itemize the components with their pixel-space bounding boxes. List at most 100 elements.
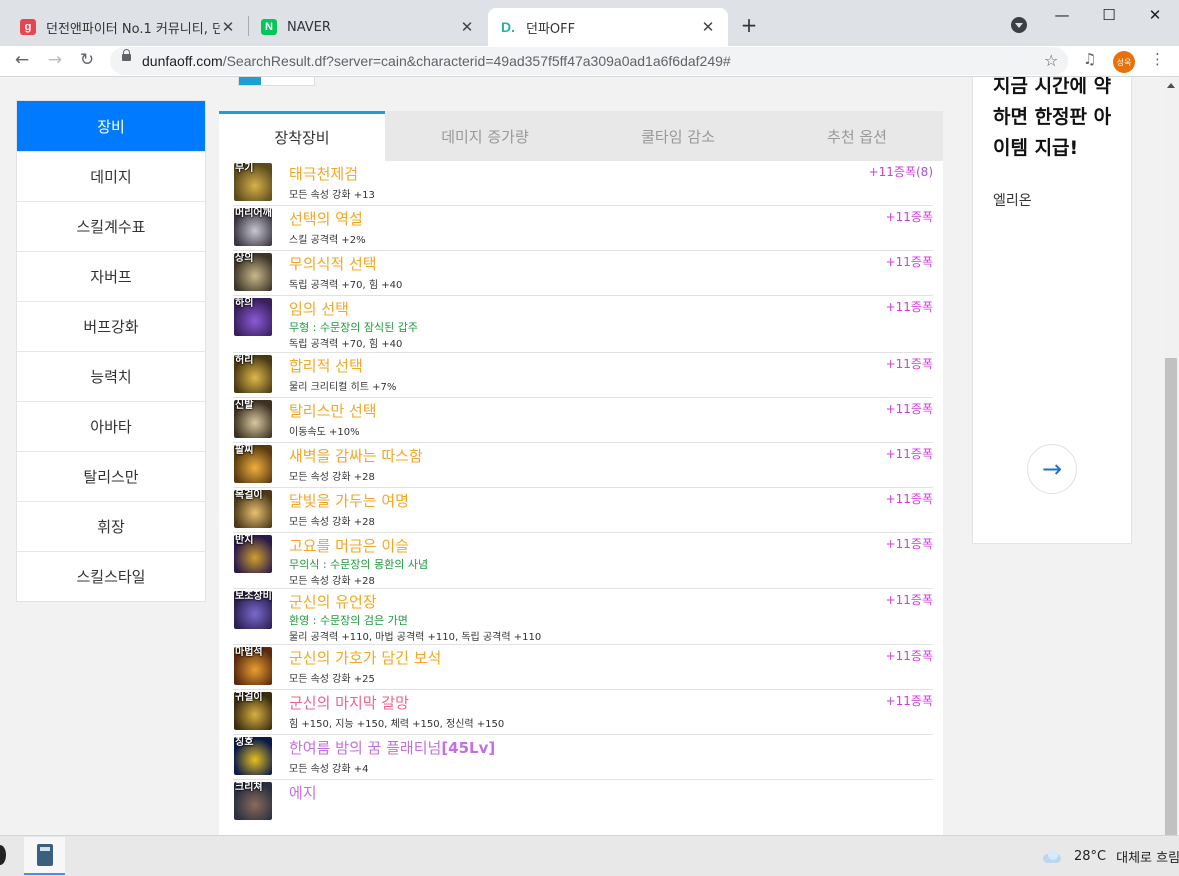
equipment-row[interactable]: 목걸이 달빛을 가두는 여명 모든 속성 강화 +28 +11증폭 — [233, 488, 933, 533]
equipment-icon[interactable]: 상의 — [234, 253, 272, 291]
address-bar[interactable]: dunfaoff.com/SearchResult.df?server=cain… — [110, 47, 1068, 75]
item-name-line[interactable]: 달빛을 가두는 여명 — [289, 490, 409, 511]
equipment-icon[interactable]: 칭호 — [234, 737, 272, 775]
sidebar-item[interactable]: 버프강화 — [17, 302, 205, 352]
weather-widget[interactable]: 28°C 대체로 흐림 — [1043, 847, 1179, 866]
sidebar-item[interactable]: 스킬스타일 — [17, 552, 205, 601]
amplification-level: +11증폭 — [885, 537, 933, 551]
item-name-line[interactable]: 임의 선택 — [289, 298, 349, 319]
slot-label: 보조장비 — [235, 591, 272, 602]
equipment-icon[interactable]: 보조장비 — [234, 591, 272, 629]
item-name-line[interactable]: 군신의 유언장 — [289, 591, 377, 612]
equipment-row[interactable]: 머리어깨 선택의 역설 스킬 공격력 +2% +11증폭 — [233, 206, 933, 251]
equipment-icon[interactable]: 팔찌 — [234, 445, 272, 483]
new-tab-button[interactable]: + — [738, 13, 760, 37]
tab-title: 던파OFF — [526, 21, 576, 37]
taskbar-app-edge-icon[interactable] — [0, 845, 6, 865]
browser-tab-naver[interactable]: N NAVER ✕ — [249, 8, 487, 46]
lock-icon[interactable] — [122, 49, 131, 61]
item-name-line[interactable]: 군신의 마지막 갈망 — [289, 692, 409, 713]
equipment-icon[interactable]: 목걸이 — [234, 490, 272, 528]
sidebar-item[interactable]: 자버프 — [17, 252, 205, 302]
equipment-row[interactable]: 마법석 군신의 가호가 담긴 보석 모든 속성 강화 +25 +11증폭 — [233, 645, 933, 690]
slot-label: 팔찌 — [235, 445, 254, 456]
equipment-icon[interactable]: 무기 — [234, 163, 272, 201]
equipment-row[interactable]: 무기 태극천제검 모든 속성 강화 +13 +11증폭(8) — [233, 161, 933, 206]
sidebar-item[interactable]: 탈리스만 — [17, 452, 205, 502]
sidebar-item[interactable]: 장비 — [17, 101, 205, 152]
equipment-row[interactable]: 신발 탈리스만 선택 이동속도 +10% +11증폭 — [233, 398, 933, 443]
item-name-line[interactable]: 새벽을 감싸는 따스함 — [289, 445, 423, 466]
tab-damage-increase[interactable]: 데미지 증가량 — [385, 111, 585, 161]
sidebar-item[interactable]: 휘장 — [17, 502, 205, 552]
browser-tab-dunfaoff[interactable]: D. 던파OFF ✕ — [488, 8, 728, 46]
tab-cooldown-reduction[interactable]: 쿨타임 감소 — [585, 111, 771, 161]
forward-arrow-icon[interactable]: → — [44, 50, 66, 70]
sidebar-item[interactable]: 데미지 — [17, 152, 205, 202]
equipment-row[interactable]: 크리쳐 에지 — [233, 780, 933, 825]
slot-label: 허리 — [235, 355, 254, 366]
url-host: dunfaoff.com — [142, 53, 223, 69]
equipment-tabs: 장착장비 데미지 증가량 쿨타임 감소 추천 옵션 — [219, 111, 943, 161]
url-text[interactable]: dunfaoff.com/SearchResult.df?server=cain… — [142, 53, 731, 69]
item-name-line[interactable]: 한여름 밤의 꿈 플래티넘[45Lv] — [289, 737, 495, 758]
equipment-icon[interactable]: 귀걸이 — [234, 692, 272, 730]
tab-close-icon[interactable]: ✕ — [220, 18, 236, 36]
back-arrow-icon[interactable]: ← — [11, 50, 33, 70]
item-name-line[interactable]: 군신의 가호가 담긴 보석 — [289, 647, 441, 668]
tab-close-icon[interactable]: ✕ — [700, 18, 716, 36]
minimize-icon[interactable]: — — [1052, 6, 1072, 24]
tab-close-icon[interactable]: ✕ — [459, 18, 475, 36]
equipment-icon[interactable]: 허리 — [234, 355, 272, 393]
item-name-line[interactable]: 태극천제검 — [289, 163, 358, 184]
equipment-row[interactable]: 반지 고요를 머금은 이슬 무의식 : 수문장의 몽환의 사념 모든 속성 강화 +2… — [233, 533, 933, 589]
menu-kebab-icon[interactable]: ⋮ — [1150, 50, 1165, 68]
item-name-line[interactable]: 에지 — [289, 782, 317, 803]
amplification-level: +11증폭 — [885, 447, 933, 461]
item-option: 물리 크리티컬 히트 +7% — [289, 382, 397, 393]
tab-search-icon[interactable] — [1011, 17, 1027, 33]
sidebar-item[interactable]: 스킬계수표 — [17, 202, 205, 252]
slot-label: 하의 — [235, 298, 254, 309]
amplification-level: +11증폭 — [885, 300, 933, 314]
scroll-thumb[interactable] — [1165, 358, 1177, 835]
equipment-icon[interactable]: 머리어깨 — [234, 208, 272, 246]
equipment-row[interactable]: 허리 합리적 선택 물리 크리티컬 히트 +7% +11증폭 — [233, 353, 933, 398]
reload-icon[interactable]: ↻ — [76, 50, 98, 70]
equipment-icon[interactable]: 하의 — [234, 298, 272, 336]
item-name-line[interactable]: 고요를 머금은 이슬 — [289, 535, 409, 556]
equipment-row[interactable]: 칭호 한여름 밤의 꿈 플래티넘[45Lv] 모든 속성 강화 +4 — [233, 735, 933, 780]
equipment-icon[interactable]: 마법석 — [234, 647, 272, 685]
bookmark-star-icon[interactable]: ☆ — [1044, 51, 1058, 70]
equipment-row[interactable]: 상의 무의식적 선택 독립 공격력 +70, 힘 +40 +11증폭 — [233, 251, 933, 296]
amplification-level: +11증폭 — [885, 492, 933, 506]
browser-tab-dfcommunity[interactable]: g 던전앤파이터 No.1 커뮤니티, 던 ✕ — [8, 8, 248, 46]
sidebar-item[interactable]: 아바타 — [17, 402, 205, 452]
item-name-line[interactable]: 탈리스만 선택 — [289, 400, 377, 421]
media-control-icon[interactable]: ♫ — [1083, 50, 1096, 68]
profile-avatar[interactable]: 성욱 — [1113, 51, 1135, 73]
item-name: 새벽을 감싸는 따스함 — [289, 447, 423, 465]
equipment-icon[interactable]: 크리쳐 — [234, 782, 272, 820]
amplification-badge: +11증폭 — [886, 253, 933, 270]
page-scrollbar[interactable] — [1163, 77, 1179, 835]
tab-equipped[interactable]: 장착장비 — [219, 111, 385, 161]
item-option: 이동속도 +10% — [289, 427, 360, 438]
sidebar-item[interactable]: 능력치 — [17, 352, 205, 402]
equipment-row[interactable]: 하의 임의 선택 무형 : 수문장의 잠식된 갑주 독립 공격력 +70, 힘 +40… — [233, 296, 933, 353]
equipment-icon[interactable]: 반지 — [234, 535, 272, 573]
item-name-line[interactable]: 선택의 역설 — [289, 208, 363, 229]
window-close-icon[interactable]: ✕ — [1145, 6, 1165, 24]
equipment-icon[interactable]: 신발 — [234, 400, 272, 438]
taskbar-calculator-button[interactable] — [24, 837, 65, 875]
equipment-row[interactable]: 보조장비 군신의 유언장 환영 : 수문장의 검은 가면 물리 공격력 +110, 마… — [233, 589, 933, 645]
maximize-icon[interactable]: ☐ — [1099, 6, 1119, 24]
equipment-row[interactable]: 귀걸이 군신의 마지막 갈망 힘 +150, 지능 +150, 체력 +150, 정… — [233, 690, 933, 735]
item-name-line[interactable]: 무의식적 선택 — [289, 253, 377, 274]
equipment-row[interactable]: 팔찌 새벽을 감싸는 따스함 모든 속성 강화 +28 +11증폭 — [233, 443, 933, 488]
ad-banner[interactable]: 지금 시간에 약하면 한정판 아이템 지급! 엘리온 → — [972, 77, 1132, 544]
tab-recommended-options[interactable]: 추천 옵션 — [771, 111, 943, 161]
item-name-line[interactable]: 합리적 선택 — [289, 355, 363, 376]
ad-arrow-button[interactable]: → — [1027, 444, 1077, 494]
scroll-up-icon[interactable] — [1167, 83, 1175, 88]
